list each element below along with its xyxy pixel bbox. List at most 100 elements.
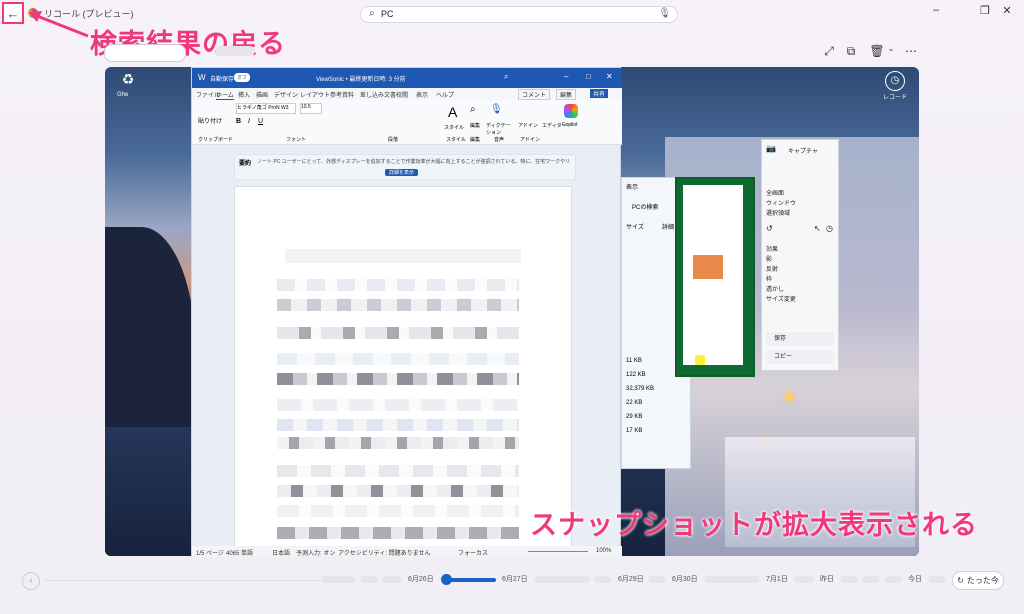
explorer-detail[interactable]: 詳細 (662, 222, 674, 231)
word-icon: W (198, 73, 206, 82)
menu-design[interactable]: デザイン (274, 90, 298, 99)
edit-button[interactable]: 編集 (556, 89, 577, 100)
timeline-position-handle[interactable] (441, 574, 452, 585)
snipping-tool-panel: 📷 キャプチャ 全画面 ウィンドウ 選択領域 ↺ ↖ ◷ 効果 影 反射 枠 透… (761, 139, 839, 371)
effect-reflection[interactable]: 反射 (766, 264, 778, 273)
copy-button[interactable]: コピー (766, 350, 834, 364)
cursor-icon[interactable]: ↖ (814, 224, 821, 233)
font-size-select[interactable]: 10.5 (300, 103, 322, 114)
effect-shadow[interactable]: 影 (766, 254, 772, 263)
explorer-col-size: サイズ (626, 225, 644, 231)
maximize-icon[interactable]: □ (586, 72, 591, 81)
mode-window[interactable]: ウィンドウ (766, 198, 796, 207)
show-more-button[interactable]: 詳細を表示 (385, 169, 419, 176)
mode-region[interactable]: 選択領域 (766, 208, 790, 217)
timeline-segment[interactable] (794, 576, 814, 583)
close-button[interactable]: ✕ (997, 4, 1017, 17)
timeline-segment[interactable] (322, 576, 356, 583)
search-input[interactable]: PC (381, 9, 394, 19)
capture-title: キャプチャ (788, 149, 818, 155)
comment-button[interactable]: コメント (518, 89, 551, 100)
menu-mailings[interactable]: 差し込み文書 (360, 90, 396, 99)
timeline-segment[interactable] (534, 576, 590, 583)
timeline-active-range (448, 578, 496, 582)
timeline-segment[interactable] (862, 576, 880, 583)
more-icon[interactable]: ⋯ (902, 44, 920, 58)
captured-content (683, 185, 743, 365)
chevron-down-icon[interactable]: ⌄ (882, 44, 900, 53)
search-icon[interactable]: ⌕ (504, 72, 508, 82)
minimize-button[interactable]: – (926, 4, 946, 16)
timeline-segment[interactable] (704, 576, 760, 583)
timeline-segment[interactable] (382, 576, 402, 583)
styles-icon[interactable]: A (448, 104, 457, 120)
filter-pill[interactable] (104, 44, 186, 62)
group-style: スタイル (446, 137, 467, 143)
copy-icon[interactable]: ⧉ (842, 44, 860, 59)
close-icon[interactable]: ✕ (606, 72, 613, 81)
effect-watermark[interactable]: 透かし (766, 284, 784, 293)
timeline-segment[interactable] (840, 576, 858, 583)
captured-window (675, 177, 755, 377)
recycle-bin-icon[interactable]: ♻ (117, 71, 139, 93)
dictate-label: ディクテーション (486, 123, 511, 136)
effect-frame[interactable]: 枠 (766, 274, 772, 283)
camera-icon[interactable]: 📷 (766, 144, 776, 153)
save-button[interactable]: 保存 (766, 332, 834, 346)
back-button[interactable]: ← (2, 2, 24, 24)
status-focus[interactable]: フォーカス (458, 548, 488, 556)
clock-icon[interactable]: ◷ (885, 71, 905, 91)
explorer-view-menu[interactable]: 表示 (626, 182, 638, 191)
italic-icon[interactable]: I (248, 118, 250, 125)
menu-insert[interactable]: 挿入 (238, 90, 250, 99)
paste-button[interactable]: 貼り付け (198, 116, 222, 125)
microphone-icon[interactable]: 🎙 (658, 8, 671, 19)
editing-label: 編集 (470, 123, 481, 129)
timeline-segment[interactable] (648, 576, 666, 583)
menu-home[interactable]: ホーム (216, 90, 234, 100)
font-select[interactable]: ヒラギノ角ゴ ProN W3 (236, 103, 296, 114)
maximize-button[interactable]: ❐ (975, 4, 995, 17)
cliff-silhouette (105, 227, 195, 427)
timeline-segment[interactable] (360, 576, 378, 583)
menu-view[interactable]: 表示 (416, 90, 428, 99)
now-button[interactable]: ↻ たった今 (952, 571, 1004, 590)
share-button[interactable]: 共有 (590, 89, 609, 98)
status-page: 1/5 ページ (196, 551, 224, 556)
timeline-segment[interactable] (884, 576, 902, 583)
menu-draw[interactable]: 描画 (256, 90, 268, 99)
copilot-icon[interactable] (564, 104, 578, 118)
status-language: 日本語 (272, 551, 291, 556)
blurred-text-line (277, 399, 519, 411)
filter-chip[interactable] (215, 46, 255, 56)
status-accessibility[interactable]: アクセシビリティ: 問題ありません (338, 548, 431, 556)
dictate-icon[interactable]: 🎙 (490, 104, 503, 115)
minimize-icon[interactable]: – (564, 72, 568, 81)
timeline-segment[interactable] (594, 576, 612, 583)
blurred-text-line (277, 485, 519, 497)
menu-layout[interactable]: レイアウト (300, 90, 330, 99)
autosave-toggle[interactable]: オフ (234, 73, 251, 82)
bold-icon[interactable]: B (236, 118, 241, 125)
timeline-back-button[interactable]: ‹ (22, 572, 40, 590)
undo-icon[interactable]: ↺ (766, 224, 773, 233)
editing-icon[interactable]: ⌕ (470, 104, 476, 115)
timeline-segment[interactable] (928, 576, 946, 583)
timer-icon[interactable]: ◷ (826, 224, 833, 233)
document-title: ViewSonic • 最終更新日時: 3 分前 (316, 77, 406, 83)
search-box[interactable]: ⌕ PC 🎙 (360, 6, 678, 23)
zoom-slider[interactable] (528, 551, 588, 552)
open-app-icon[interactable]: ⤢ (820, 44, 838, 59)
effect-resize[interactable]: サイズ変更 (766, 294, 796, 303)
mode-fullscreen[interactable]: 全画面 (766, 188, 784, 197)
copilot-label: Copilot (562, 122, 578, 128)
blurred-text-line (277, 279, 519, 291)
timeline-track (44, 580, 322, 581)
menu-references[interactable]: 参考資料 (330, 90, 354, 99)
menu-help[interactable]: ヘルプ (436, 90, 454, 99)
status-words: 4065 単語 (226, 551, 254, 556)
menu-review[interactable]: 校閲 (396, 90, 408, 99)
timeline-date: 6月26日 (408, 576, 434, 583)
timeline[interactable]: ‹ 6月26日 6月27日 6月29日 6月30日 7月1日 昨日 今日 ↻ た… (0, 568, 1024, 592)
underline-icon[interactable]: U (258, 118, 263, 125)
